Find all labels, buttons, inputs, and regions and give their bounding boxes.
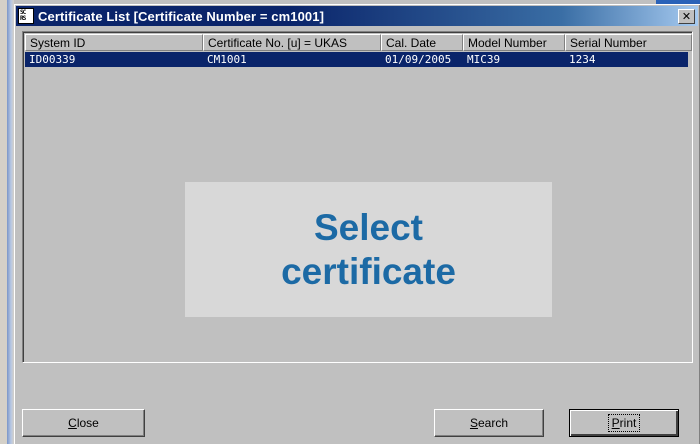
cell-model-number: MIC39 [467,53,501,66]
search-button-label: Search [469,416,509,430]
cell-cal-date: 01/09/2005 [385,53,452,66]
close-window-button[interactable]: ✕ [678,9,695,24]
print-button[interactable]: Print [569,409,679,437]
column-header-system-id[interactable]: System ID [25,34,203,51]
table-row[interactable]: ID00339 CM1001 01/09/2005 MIC39 1234 [25,52,688,67]
instruction-line-1: Select [313,206,423,248]
close-button[interactable]: Close [22,409,145,437]
column-header-cal-date[interactable]: Cal. Date [381,34,463,51]
print-button-label: Print [607,414,641,432]
close-icon: ✕ [681,10,692,23]
cell-serial-number: 1234 [569,53,596,66]
certificate-list[interactable]: System ID Certificate No. [u] = UKAS Cal… [22,31,693,363]
list-header: System ID Certificate No. [u] = UKAS Cal… [25,34,692,51]
column-header-serial-number[interactable]: Serial Number [565,34,692,51]
app-icon: SC RS [18,8,34,24]
window-title: Certificate List [Certificate Number = c… [38,8,325,24]
desktop-background-strip [0,0,14,444]
title-bar[interactable]: SC RS Certificate List [Certificate Numbe… [16,6,698,26]
search-button[interactable]: Search [434,409,544,437]
cell-certificate-no: CM1001 [207,53,247,66]
column-header-certificate-no[interactable]: Certificate No. [u] = UKAS [203,34,381,51]
instruction-overlay: Select certificate [185,182,552,317]
certificate-list-window: SC RS Certificate List [Certificate Numbe… [14,4,700,444]
close-button-label: Close [68,416,99,430]
cell-system-id: ID00339 [29,53,76,66]
instruction-line-2: certificate [281,250,456,292]
column-header-model-number[interactable]: Model Number [463,34,565,51]
